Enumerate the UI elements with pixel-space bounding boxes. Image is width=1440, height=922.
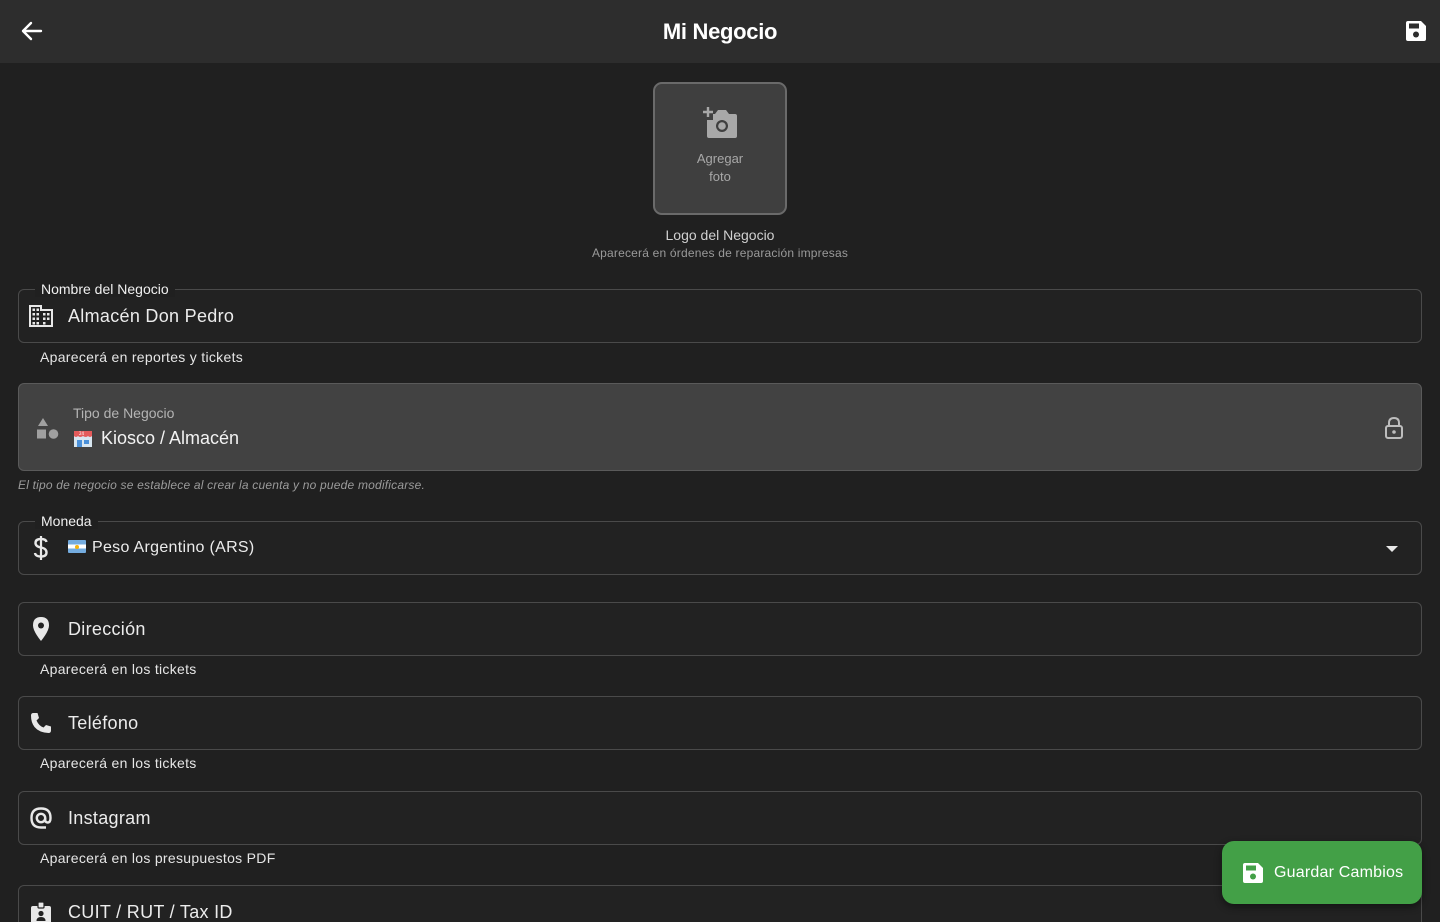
floppy-disk-icon	[1243, 862, 1263, 883]
currency-value: Peso Argentino (ARS)	[92, 539, 255, 556]
chevron-down-icon	[1386, 546, 1398, 552]
business-name-value: Almacén Don Pedro	[68, 305, 235, 326]
floppy-disk-icon	[1406, 21, 1426, 41]
phone-field[interactable]: Teléfono	[18, 696, 1422, 750]
add-photo-label: Agregar foto	[696, 150, 744, 184]
currency-value-row: Peso Argentino (ARS)	[68, 539, 255, 557]
svg-text:24: 24	[79, 431, 85, 436]
dollar-icon	[28, 535, 54, 561]
argentina-flag-icon	[68, 540, 86, 553]
currency-label: Moneda	[35, 513, 98, 529]
add-photo-icon	[703, 106, 737, 138]
app-bar: Mi Negocio	[0, 0, 1440, 63]
currency-select[interactable]: Moneda Peso Argentino (ARS)	[18, 513, 1422, 575]
tax-id-placeholder: CUIT / RUT / Tax ID	[68, 902, 233, 922]
address-field[interactable]: Dirección	[18, 602, 1422, 656]
save-changes-button[interactable]: Guardar Cambios	[1222, 841, 1422, 904]
business-name-helper: Aparecerá en reportes y tickets	[40, 349, 244, 365]
instagram-helper: Aparecerá en los presupuestos PDF	[40, 850, 276, 866]
business-type-value: Kiosco / Almacén	[101, 428, 240, 448]
tax-id-field[interactable]: CUIT / RUT / Tax ID	[18, 885, 1422, 922]
business-type-value-row: 24 Kiosco / Almacén	[73, 428, 239, 449]
logo-subtitle: Aparecerá en órdenes de reparación impre…	[591, 246, 849, 260]
building-icon	[28, 303, 54, 329]
arrow-left-icon	[21, 21, 43, 41]
instagram-placeholder: Instagram	[68, 807, 151, 828]
at-sign-icon	[28, 805, 54, 831]
business-name-label: Nombre del Negocio	[35, 281, 175, 297]
save-changes-label: Guardar Cambios	[1274, 863, 1404, 881]
page-title: Mi Negocio	[662, 18, 778, 44]
business-type-label: Tipo de Negocio	[73, 405, 175, 421]
business-type-field: Tipo de Negocio 24 Kiosco / Almacén	[18, 383, 1422, 471]
phone-placeholder: Teléfono	[68, 712, 139, 733]
address-placeholder: Dirección	[68, 618, 146, 639]
lock-icon	[1385, 416, 1403, 439]
phone-icon	[28, 710, 54, 736]
phone-helper: Aparecerá en los tickets	[40, 755, 197, 771]
id-badge-icon	[28, 900, 54, 922]
add-logo-photo-button[interactable]: Agregar foto	[653, 82, 787, 215]
business-type-note: El tipo de negocio se establece al crear…	[18, 478, 426, 492]
category-shapes-icon	[35, 415, 61, 441]
logo-title: Logo del Negocio	[665, 227, 775, 243]
instagram-field[interactable]: Instagram	[18, 791, 1422, 845]
address-helper: Aparecerá en los tickets	[40, 661, 197, 677]
business-name-field[interactable]: Nombre del Negocio Almacén Don Pedro	[18, 281, 1422, 343]
back-button[interactable]	[18, 17, 46, 45]
location-pin-icon	[28, 616, 54, 642]
save-button-top[interactable]	[1402, 17, 1430, 45]
store-emoji-icon: 24	[73, 430, 93, 448]
